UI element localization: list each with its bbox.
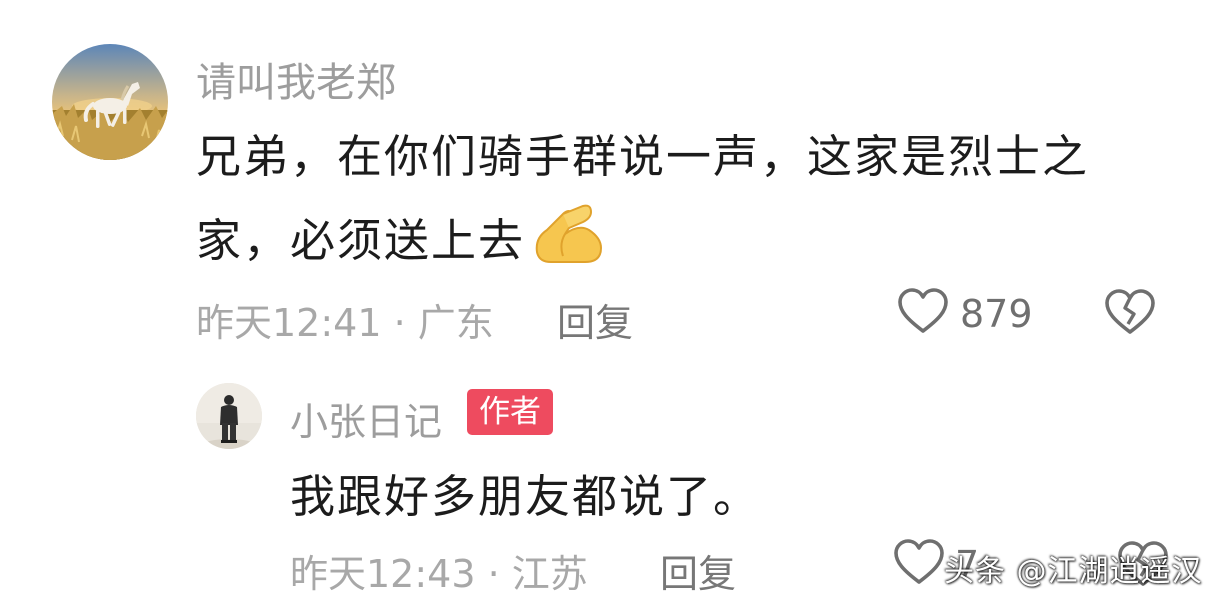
replier-avatar[interactable] (196, 383, 262, 449)
pray-hands-emoji-icon (529, 200, 607, 277)
comment-text-line1: 兄弟，在你们骑手群说一声，这家是烈士之 (196, 130, 1090, 183)
dislike-button[interactable] (1104, 288, 1156, 340)
comment-text-line2-text: 家，必须送上去 (196, 214, 526, 267)
comment-time-location: 昨天12:41 · 广东 (196, 301, 494, 345)
watermark: 头条 @江湖逍遥汉 (944, 554, 1203, 589)
reply-to-reply-button[interactable]: 回复 (660, 543, 736, 598)
comment-thread: 请叫我老郑 兄弟，在你们骑手群说一声，这家是烈士之 家，必须送上去 昨天12:4… (0, 0, 1220, 600)
commenter-name[interactable]: 请叫我老郑 (196, 50, 396, 108)
like-count: 879 (960, 292, 1033, 336)
reply-text: 我跟好多朋友都说了。 (290, 470, 761, 523)
heart-icon (894, 539, 944, 584)
person-avatar-image (196, 383, 262, 449)
broken-heart-icon (1105, 289, 1155, 334)
heart-icon (898, 288, 948, 333)
comment-text-line2: 家，必须送上去 (196, 204, 607, 283)
reply-time-location: 昨天12:43 · 江苏 (290, 552, 588, 596)
author-badge: 作者 (467, 389, 553, 435)
like-button[interactable] (897, 287, 949, 339)
commenter-avatar[interactable] (52, 44, 168, 160)
reply-button[interactable]: 回复 (557, 292, 633, 347)
horse-avatar-image (52, 44, 168, 160)
replier-name[interactable]: 小张日记 (290, 391, 442, 446)
reply-like-button[interactable] (893, 538, 945, 590)
